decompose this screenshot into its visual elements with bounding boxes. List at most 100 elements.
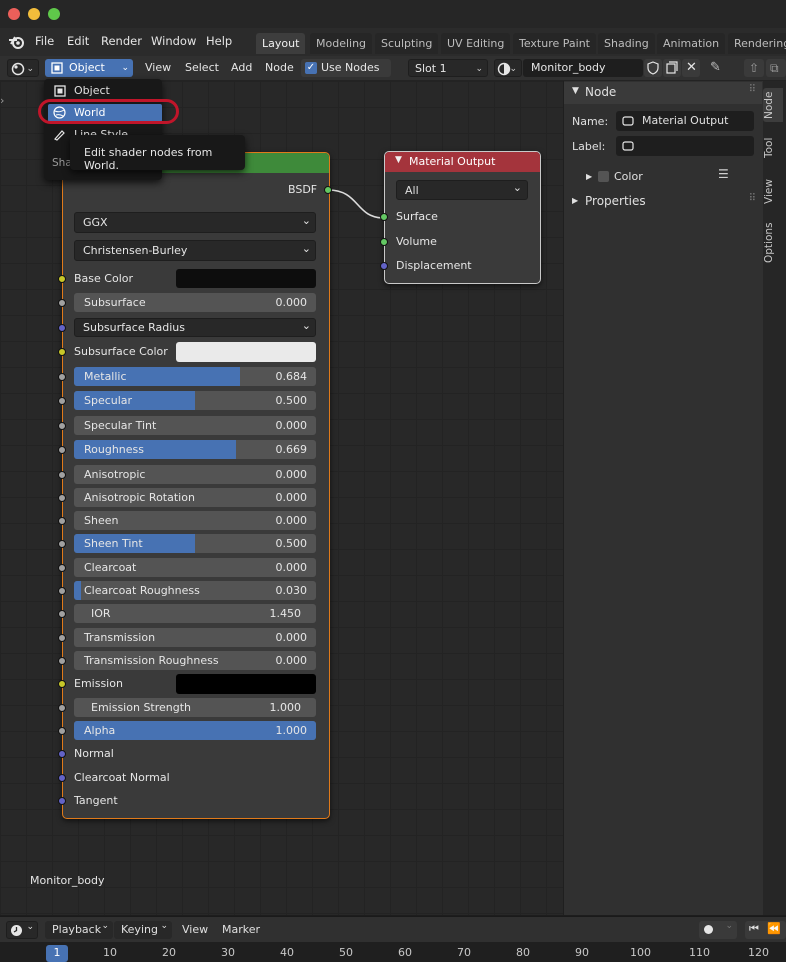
node-label-field[interactable] xyxy=(616,136,754,156)
ior-socket[interactable] xyxy=(58,610,66,618)
clearcoat-field[interactable]: Clearcoat 0.000 xyxy=(74,558,316,577)
subsurface-color-socket[interactable] xyxy=(58,348,66,356)
slot-dropdown[interactable]: Slot 1 ⌄ xyxy=(408,59,488,77)
menu-node[interactable]: Node xyxy=(265,59,294,77)
specular-tint-socket[interactable] xyxy=(58,422,66,430)
tab-view[interactable]: View xyxy=(763,174,783,210)
properties-panel-header[interactable]: ▶ Properties ⠿ xyxy=(564,191,762,213)
clearcoat-roughness-field[interactable]: Clearcoat Roughness 0.030 xyxy=(74,581,316,600)
transmission-roughness-field[interactable]: Transmission Roughness 0.000 xyxy=(74,651,316,670)
subsurface-color-swatch[interactable] xyxy=(176,342,316,362)
jump-start-icon[interactable]: ⏮ xyxy=(749,922,759,936)
subsurface-field[interactable]: Subsurface 0.000 xyxy=(74,293,316,312)
fake-user-button[interactable] xyxy=(644,59,662,77)
menu-help[interactable]: Help xyxy=(206,34,232,48)
specular-tint-field[interactable]: Specular Tint 0.000 xyxy=(74,416,316,435)
menu-file[interactable]: File xyxy=(35,34,54,48)
anisotropic-rotation-field[interactable]: Anisotropic Rotation 0.000 xyxy=(74,488,316,507)
tab-texture-paint[interactable]: Texture Paint xyxy=(513,33,596,54)
tangent-socket[interactable] xyxy=(58,797,66,805)
tab-modeling[interactable]: Modeling xyxy=(310,33,373,54)
tab-rendering[interactable]: Rendering xyxy=(728,33,786,54)
tab-sculpting[interactable]: Sculpting xyxy=(375,33,439,54)
ior-field[interactable]: IOR 1.450 xyxy=(74,604,316,623)
sheen-tint-field[interactable]: Sheen Tint 0.500 xyxy=(74,534,316,553)
blender-logo-icon[interactable] xyxy=(8,34,26,50)
sheen-tint-socket[interactable] xyxy=(58,540,66,548)
node-name-field[interactable]: Material Output xyxy=(616,111,754,131)
transmission-roughness-socket[interactable] xyxy=(58,657,66,665)
tab-node[interactable]: Node xyxy=(763,88,783,122)
roughness-socket[interactable] xyxy=(58,446,66,454)
menu-render[interactable]: Render xyxy=(101,34,142,48)
menu-view[interactable]: View xyxy=(145,59,171,77)
menu-edit[interactable]: Edit xyxy=(67,34,89,48)
specular-field[interactable]: Specular 0.500 xyxy=(74,391,316,410)
unlink-material-button[interactable]: ✕ xyxy=(682,59,700,77)
marker-menu[interactable]: Marker xyxy=(222,923,260,936)
sheen-socket[interactable] xyxy=(58,517,66,525)
metallic-field[interactable]: Metallic 0.684 xyxy=(74,367,316,386)
toolbar-expand-icon[interactable]: › xyxy=(0,94,4,107)
shader-type-dropdown[interactable]: Object ⌄ xyxy=(45,59,133,77)
clearcoat-normal-socket[interactable] xyxy=(58,774,66,782)
emission-socket[interactable] xyxy=(58,680,66,688)
subsurface-socket[interactable] xyxy=(58,299,66,307)
bsdf-output-socket[interactable] xyxy=(324,186,332,194)
expand-arrow-icon[interactable]: ▶ xyxy=(586,172,592,181)
tab-shading[interactable]: Shading xyxy=(598,33,655,54)
auto-keying-toggle[interactable]: ⌄ xyxy=(699,921,737,939)
tab-uv-editing[interactable]: UV Editing xyxy=(441,33,511,54)
parent-node-tree-button[interactable]: ⇧ xyxy=(744,59,764,77)
material-name-field[interactable]: Monitor_body xyxy=(523,59,643,77)
distribution-dropdown[interactable]: GGX ⌄ xyxy=(74,212,316,233)
node-panel-header[interactable]: ▼ Node ⠿ xyxy=(564,82,762,104)
transmission-field[interactable]: Transmission 0.000 xyxy=(74,628,316,647)
surface-input-socket[interactable] xyxy=(380,213,388,221)
close-window-button[interactable] xyxy=(8,8,20,20)
timeline-editor-type-button[interactable]: ⌄ xyxy=(6,921,38,939)
base-color-socket[interactable] xyxy=(58,275,66,283)
roughness-field[interactable]: Roughness 0.669 xyxy=(74,440,316,459)
output-target-dropdown[interactable]: All ⌄ xyxy=(396,180,528,200)
transmission-socket[interactable] xyxy=(58,634,66,642)
base-color-swatch[interactable] xyxy=(176,269,316,288)
anisotropic-socket[interactable] xyxy=(58,471,66,479)
menu-window[interactable]: Window xyxy=(151,34,196,48)
maximize-window-button[interactable] xyxy=(48,8,60,20)
alpha-socket[interactable] xyxy=(58,727,66,735)
subsurface-method-dropdown[interactable]: Christensen-Burley ⌄ xyxy=(74,240,316,261)
minimize-window-button[interactable] xyxy=(28,8,40,20)
timeline-view-menu[interactable]: View xyxy=(182,923,208,936)
duplicate-material-button[interactable] xyxy=(663,59,681,77)
tab-tool[interactable]: Tool xyxy=(763,132,783,164)
metallic-socket[interactable] xyxy=(58,373,66,381)
displacement-input-socket[interactable] xyxy=(380,262,388,270)
tab-layout[interactable]: Layout xyxy=(256,33,306,54)
menu-add[interactable]: Add xyxy=(231,59,252,77)
alpha-field[interactable]: Alpha 1.000 xyxy=(74,721,316,740)
color-checkbox[interactable] xyxy=(598,171,609,182)
playback-menu[interactable]: Playback ⌄ xyxy=(45,921,113,939)
editor-type-button[interactable]: ⌄ xyxy=(7,59,39,77)
subsurface-radius-dropdown[interactable]: Subsurface Radius ⌄ xyxy=(74,318,316,337)
tab-animation[interactable]: Animation xyxy=(657,33,726,54)
jump-keyframe-icon[interactable]: ⏪ xyxy=(767,922,781,935)
emission-color-swatch[interactable] xyxy=(176,674,316,694)
specular-socket[interactable] xyxy=(58,397,66,405)
clearcoat-socket[interactable] xyxy=(58,564,66,572)
material-output-header[interactable]: ▼ Material Output xyxy=(385,152,540,172)
collapse-arrow-icon[interactable]: ▼ xyxy=(395,155,402,165)
anisotropic-field[interactable]: Anisotropic 0.000 xyxy=(74,465,316,484)
keying-menu[interactable]: Keying ⌄ xyxy=(114,921,172,939)
tab-options[interactable]: Options xyxy=(763,220,783,266)
emission-strength-field[interactable]: Emission Strength 1.000 xyxy=(74,698,316,717)
menu-select[interactable]: Select xyxy=(185,59,219,77)
anisotropic-rotation-socket[interactable] xyxy=(58,494,66,502)
pin-icon[interactable]: ✎ xyxy=(710,59,728,77)
material-browse-button[interactable]: ⌄ xyxy=(494,59,522,77)
timeline-ruler[interactable] xyxy=(0,942,786,962)
subsurface-radius-socket[interactable] xyxy=(58,324,66,332)
drag-handle-icon[interactable]: ⠿ xyxy=(749,84,756,95)
use-nodes-toggle[interactable]: ✓ Use Nodes xyxy=(301,59,391,77)
